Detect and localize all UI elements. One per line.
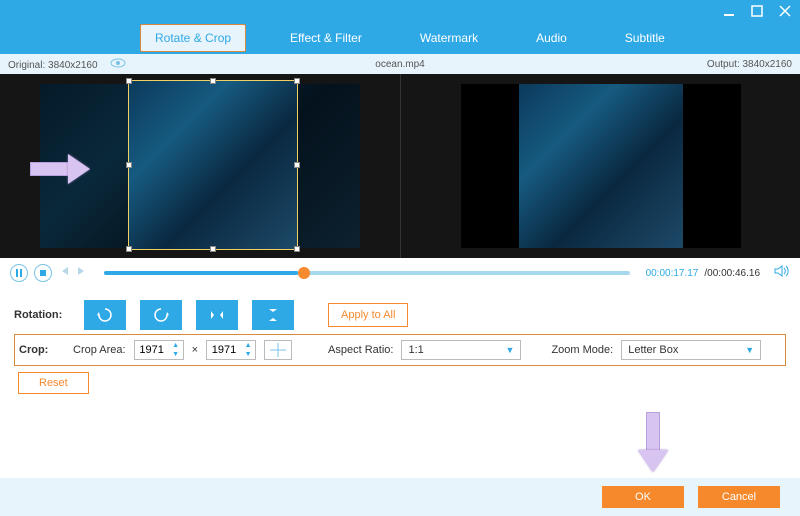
close-button[interactable] — [778, 4, 792, 18]
preview-original[interactable] — [0, 74, 401, 258]
hint-arrow-left — [30, 154, 90, 184]
crop-row-container: Crop: Crop Area: ▲▼ × ▲▼ Aspect Ratio: 1… — [14, 334, 786, 366]
minimize-button[interactable] — [722, 4, 736, 18]
chevron-down-icon: ▼ — [506, 345, 515, 355]
crop-width-up[interactable]: ▲ — [169, 341, 183, 350]
reset-button[interactable]: Reset — [18, 372, 89, 394]
zoom-mode-value: Letter Box — [628, 344, 678, 356]
edit-panel: Rotation: Apply to All Crop: Crop Area: … — [0, 288, 800, 394]
original-resolution: Original: 3840x2160 — [8, 58, 126, 71]
crop-handle-bl[interactable] — [126, 246, 132, 252]
crop-handle-mr[interactable] — [294, 162, 300, 168]
footer: OK Cancel — [0, 478, 800, 516]
rotate-cw-button[interactable] — [140, 300, 182, 330]
crop-width-field[interactable] — [135, 344, 169, 356]
rotation-label: Rotation: — [14, 309, 74, 321]
mult-sign: × — [192, 344, 198, 356]
titlebar — [0, 0, 800, 22]
apply-to-all-button[interactable]: Apply to All — [328, 303, 408, 327]
infobar: Original: 3840x2160 ocean.mp4 Output: 38… — [0, 54, 800, 74]
tab-effect-filter[interactable]: Effect & Filter — [276, 25, 376, 51]
chevron-down-icon: ▼ — [745, 345, 754, 355]
playback-controls: 00:00:17.17/00:00:46.16 — [0, 258, 800, 288]
crop-handle-tm[interactable] — [210, 78, 216, 84]
time-total: /00:00:46.16 — [704, 268, 760, 279]
time-current: 00:00:17.17 — [646, 268, 699, 279]
crop-height-field[interactable] — [207, 344, 241, 356]
hint-arrow-down — [638, 412, 678, 472]
original-resolution-text: Original: 3840x2160 — [8, 60, 98, 71]
tab-watermark[interactable]: Watermark — [406, 25, 492, 51]
crop-handle-bm[interactable] — [210, 246, 216, 252]
preview-eye-icon[interactable] — [110, 58, 126, 71]
prev-frame-button[interactable] — [58, 264, 70, 282]
cancel-button[interactable]: Cancel — [698, 486, 780, 508]
crop-handle-br[interactable] — [294, 246, 300, 252]
zoom-mode-label: Zoom Mode: — [551, 344, 613, 356]
aspect-ratio-label: Aspect Ratio: — [328, 344, 393, 356]
zoom-mode-dropdown[interactable]: Letter Box ▼ — [621, 340, 761, 360]
rotate-ccw-button[interactable] — [84, 300, 126, 330]
crop-box[interactable] — [128, 80, 298, 250]
tab-subtitle[interactable]: Subtitle — [611, 25, 679, 51]
preview-output — [401, 74, 800, 258]
pause-button[interactable] — [10, 264, 28, 282]
timeline-thumb[interactable] — [298, 267, 310, 279]
crop-handle-tr[interactable] — [294, 78, 300, 84]
crop-handle-ml[interactable] — [126, 162, 132, 168]
aspect-ratio-dropdown[interactable]: 1:1 ▼ — [401, 340, 521, 360]
crop-width-down[interactable]: ▼ — [169, 350, 183, 359]
preview-area — [0, 74, 800, 258]
filename: ocean.mp4 — [375, 59, 424, 70]
next-frame-button[interactable] — [76, 264, 88, 282]
crop-height-input[interactable]: ▲▼ — [206, 340, 256, 360]
tab-audio[interactable]: Audio — [522, 25, 581, 51]
aspect-ratio-value: 1:1 — [408, 344, 423, 356]
crop-height-down[interactable]: ▼ — [241, 350, 255, 359]
crop-area-label: Crop Area: — [73, 344, 126, 356]
tabbar: Rotate & Crop Effect & Filter Watermark … — [0, 22, 800, 54]
rotation-row: Rotation: Apply to All — [14, 298, 786, 332]
crop-handle-tl[interactable] — [126, 78, 132, 84]
crop-label: Crop: — [19, 344, 65, 356]
crop-height-up[interactable]: ▲ — [241, 341, 255, 350]
flip-horizontal-button[interactable] — [196, 300, 238, 330]
tab-rotate-crop[interactable]: Rotate & Crop — [140, 24, 246, 52]
center-crop-button[interactable] — [264, 340, 292, 360]
maximize-button[interactable] — [750, 4, 764, 18]
volume-button[interactable] — [774, 264, 790, 283]
timeline[interactable] — [104, 271, 630, 275]
stop-button[interactable] — [34, 264, 52, 282]
output-resolution: Output: 3840x2160 — [707, 59, 792, 70]
flip-vertical-button[interactable] — [252, 300, 294, 330]
crop-width-input[interactable]: ▲▼ — [134, 340, 184, 360]
ok-button[interactable]: OK — [602, 486, 684, 508]
